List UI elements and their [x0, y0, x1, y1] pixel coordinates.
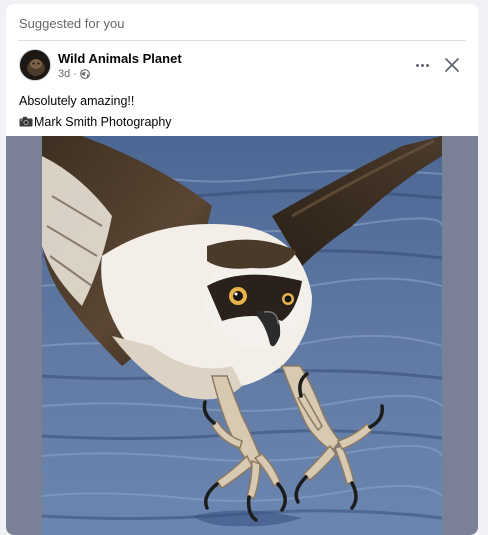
- osprey-photo: [42, 136, 442, 535]
- post-text-line-2: Mark Smith Photography: [19, 112, 172, 133]
- post-text: Absolutely amazing!! Mark Smith Photogra…: [19, 91, 172, 133]
- meta-separator: ·: [73, 68, 77, 80]
- post-text-line-1: Absolutely amazing!!: [19, 94, 135, 108]
- post-timestamp[interactable]: 3d: [58, 68, 70, 80]
- divider: [18, 40, 466, 41]
- page-avatar[interactable]: [19, 49, 51, 81]
- post-photo[interactable]: [42, 136, 442, 535]
- suggested-post-card: Suggested for you Wild Animals Planet 3d…: [6, 4, 478, 535]
- photographer-credit: Mark Smith Photography: [34, 115, 172, 129]
- close-icon[interactable]: [440, 53, 464, 77]
- avatar-image: [20, 50, 50, 80]
- suggested-label: Suggested for you: [19, 16, 125, 31]
- more-dot: [420, 63, 424, 67]
- page-name-link[interactable]: Wild Animals Planet: [58, 51, 182, 66]
- more-dot: [425, 63, 429, 67]
- post-media[interactable]: [6, 136, 478, 535]
- camera-icon: [19, 116, 33, 127]
- globe-icon[interactable]: [80, 69, 90, 79]
- post-meta: 3d ·: [58, 68, 90, 80]
- more-horizontal-icon: [415, 63, 419, 67]
- more-options-button[interactable]: [410, 53, 434, 77]
